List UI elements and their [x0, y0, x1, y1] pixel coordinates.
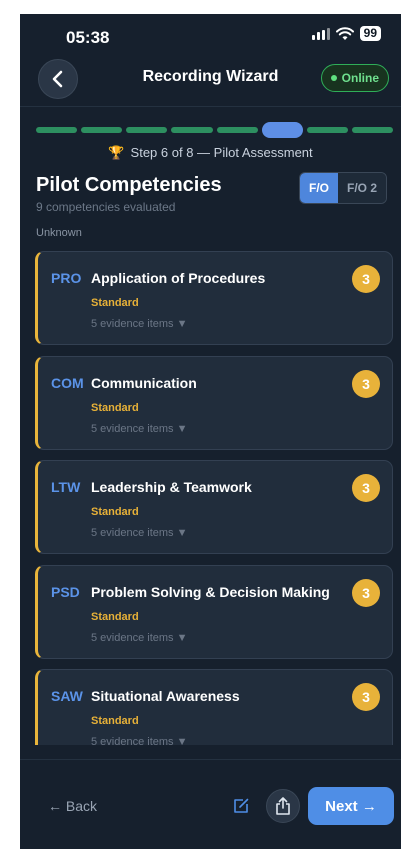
signal-icon — [311, 27, 330, 40]
competency-name: Leadership & Teamwork — [91, 479, 252, 495]
score-badge[interactable]: 3 — [352, 265, 380, 293]
status-bar: 05:38 99 — [20, 14, 401, 58]
status-time: 05:38 — [66, 28, 110, 47]
competency-name: Situational Awareness — [91, 688, 240, 704]
context-label: Unknown — [36, 227, 82, 239]
evidence-toggle[interactable]: 5 evidence items ▼ — [91, 318, 188, 330]
competency-card[interactable]: LTW Leadership & Teamwork Standard 5 eviden… — [35, 460, 393, 554]
competency-code: SAW — [51, 688, 83, 704]
competency-code: LTW — [51, 479, 81, 495]
pilot-toggle: F/O F/O 2 — [298, 172, 387, 204]
progress-segment — [306, 127, 348, 133]
trophy-icon: 🏆 — [108, 145, 125, 160]
section-subtitle: 9 competencies evaluated — [36, 200, 176, 214]
score-badge[interactable]: 3 — [352, 578, 380, 607]
competency-name: Application of Procedures — [91, 270, 266, 286]
competency-name: Problem Solving & Decision Making — [91, 583, 330, 600]
progress-segment-current — [261, 122, 303, 138]
progress-segment — [81, 127, 123, 133]
score-badge[interactable]: 3 — [352, 474, 380, 502]
competency-code: PRO — [51, 270, 82, 286]
progress-segment — [351, 127, 393, 133]
competency-card[interactable]: SAW Situational Awareness Standard 5 eviden… — [35, 669, 393, 745]
progress-segment — [126, 127, 168, 133]
competency-level: Standard — [91, 506, 139, 518]
score-badge[interactable]: 3 — [352, 683, 380, 711]
online-dot-icon — [330, 75, 337, 81]
status-icons: 99 — [311, 26, 381, 41]
progress-segment — [36, 127, 78, 133]
edit-icon[interactable] — [232, 797, 250, 815]
share-icon — [276, 797, 290, 815]
competency-card[interactable]: PSD Problem Solving & Decision Making Stan… — [35, 564, 393, 659]
footer-bar: ← Back Next → — [20, 759, 401, 849]
evidence-toggle[interactable]: 5 evidence items ▼ — [91, 423, 188, 435]
competency-level: Standard — [91, 401, 139, 414]
competency-level: Standard — [91, 715, 139, 727]
online-status-badge: Online — [320, 64, 389, 92]
step-label: Step 6 of 8 — Pilot Assessment — [130, 145, 313, 160]
competency-level: Standard — [91, 297, 139, 309]
competency-card[interactable]: PRO Application of Procedures Standard 5 ev… — [35, 251, 393, 345]
competency-code: COM — [51, 374, 84, 391]
evidence-toggle[interactable]: 5 evidence items ▼ — [91, 736, 188, 745]
wizard-progress — [36, 122, 393, 138]
back-link[interactable]: ← Back — [48, 798, 97, 814]
score-badge[interactable]: 3 — [352, 369, 380, 398]
share-button[interactable] — [266, 789, 300, 823]
competency-level: Standard — [91, 610, 139, 623]
step-indicator: 🏆 Step 6 of 8 — Pilot Assessment — [20, 145, 401, 161]
online-label: Online — [341, 71, 379, 85]
evidence-toggle[interactable]: 5 evidence items ▼ — [91, 527, 188, 539]
battery-indicator: 99 — [359, 26, 381, 41]
competency-card[interactable]: COM Communication Standard 5 evidence items… — [35, 355, 393, 450]
toggle-fo2[interactable]: F/O 2 — [337, 173, 386, 203]
section-title: Pilot Competencies — [36, 174, 222, 196]
progress-segment — [171, 127, 213, 133]
nav-bar: Recording Wizard Online — [20, 58, 401, 106]
competency-code: PSD — [51, 583, 80, 600]
toggle-fo[interactable]: F/O — [299, 173, 338, 203]
next-button[interactable]: Next → — [308, 787, 394, 825]
wifi-icon — [335, 26, 354, 40]
competency-list: PRO Application of Procedures Standard 5 ev… — [35, 251, 393, 745]
evidence-toggle[interactable]: 5 evidence items ▼ — [91, 632, 188, 644]
divider — [20, 106, 401, 107]
app-screen: 05:38 99 Recording Wizard Online � — [20, 14, 401, 849]
progress-segment — [216, 127, 258, 133]
competency-name: Communication — [91, 374, 197, 391]
